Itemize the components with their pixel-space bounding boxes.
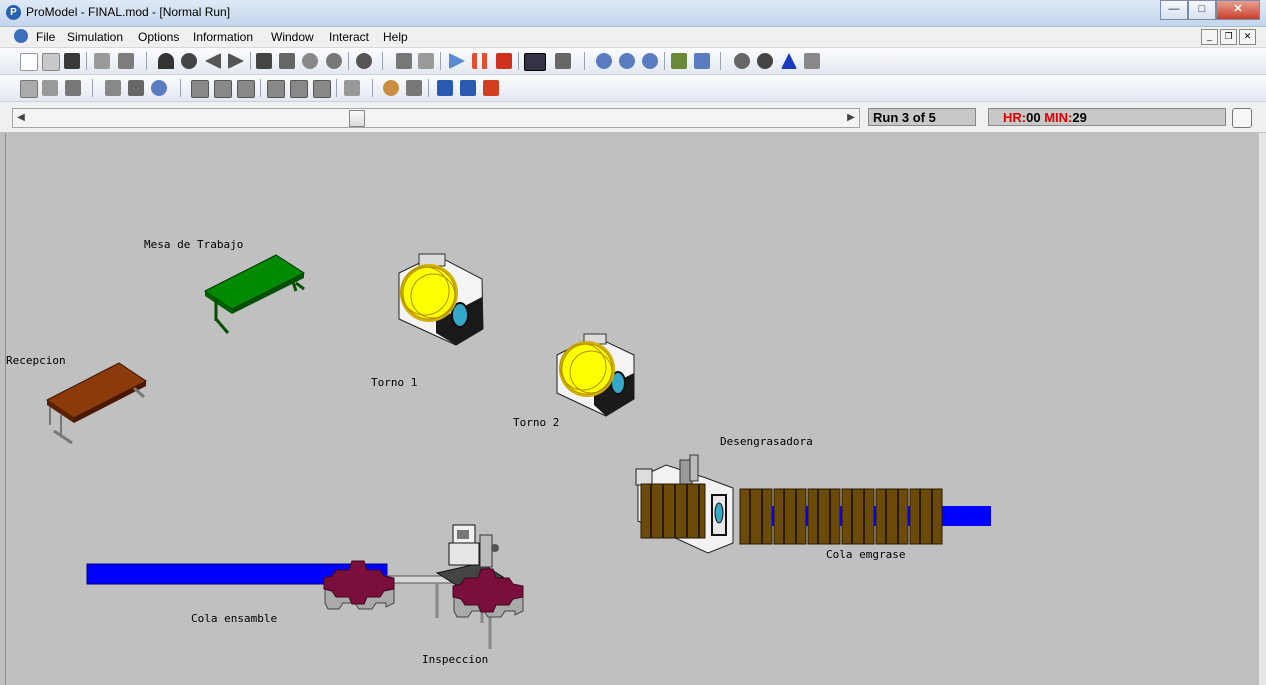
label-desengrasadora: Desengrasadora — [720, 435, 813, 448]
model-package-icon[interactable] — [118, 53, 134, 69]
label-mesa-de-trabajo: Mesa de Trabajo — [144, 238, 244, 251]
close-button[interactable]: ✕ — [1216, 0, 1260, 20]
arrays-icon[interactable] — [237, 80, 255, 98]
macros-icon[interactable] — [267, 80, 285, 98]
stat-fit-icon[interactable] — [734, 53, 750, 69]
window-title: ProModel - FINAL.mod - [Normal Run] — [26, 5, 231, 19]
info-icon[interactable] — [356, 53, 372, 69]
statistics-icon[interactable] — [694, 53, 710, 69]
layout-toolbar — [0, 75, 1266, 102]
graphic-editor-icon[interactable] — [757, 53, 773, 69]
tools-icon[interactable] — [804, 53, 820, 69]
options-icon[interactable] — [396, 53, 412, 69]
document-icon[interactable] — [14, 29, 28, 43]
minimize-button[interactable]: — — [1160, 0, 1188, 20]
resources-icon[interactable] — [228, 53, 244, 69]
layout-settings-icon[interactable] — [65, 80, 81, 96]
label-inspeccion: Inspeccion — [422, 653, 489, 666]
label-cola-ensamble: Cola ensamble — [191, 612, 278, 625]
menu-interact[interactable]: Interact — [329, 30, 369, 44]
menu-simulation[interactable]: Simulation — [67, 30, 123, 44]
menu-help[interactable]: Help — [383, 30, 408, 44]
zoom-in-icon[interactable] — [596, 53, 612, 69]
hr-value: 00 — [1026, 110, 1041, 125]
external-files-icon[interactable] — [344, 80, 360, 96]
mdi-restore-button[interactable]: ❐ — [1220, 29, 1237, 45]
scroll-thumb[interactable] — [349, 110, 365, 127]
export-icon[interactable] — [460, 80, 476, 96]
layout-icon[interactable] — [128, 80, 144, 96]
clock-icon[interactable] — [326, 53, 342, 69]
trace-icon[interactable] — [555, 53, 571, 69]
find-icon[interactable] — [151, 80, 167, 96]
mesa-de-trabajo-table[interactable] — [204, 254, 306, 334]
min-value: 29 — [1072, 110, 1087, 125]
stop-icon[interactable] — [496, 53, 512, 69]
vertical-scrollbar[interactable] — [1259, 133, 1266, 685]
menu-options[interactable]: Options — [138, 30, 179, 44]
run-indicator: Run 3 of 5 — [868, 108, 976, 126]
attributes-icon[interactable] — [191, 80, 209, 98]
torno-2-machine[interactable] — [556, 333, 635, 417]
scroll-right-icon[interactable]: ▶ — [844, 110, 858, 126]
recepcion-table[interactable] — [46, 362, 147, 445]
label-recepcion: Recepcion — [6, 354, 66, 367]
merge-icon[interactable] — [94, 53, 110, 69]
label-cola-emgrase: Cola emgrase — [826, 548, 906, 561]
save-icon[interactable] — [64, 53, 80, 69]
maximize-button[interactable]: □ — [1188, 0, 1216, 20]
debug-icon[interactable] — [383, 80, 399, 96]
grid-icon[interactable] — [20, 80, 38, 98]
cola-emgrase-queue[interactable] — [739, 488, 991, 545]
dynamic-plots-icon[interactable] — [671, 53, 687, 69]
scenarios-icon[interactable] — [418, 53, 434, 69]
mdi-minimize-button[interactable]: _ — [1201, 29, 1218, 45]
delete-icon[interactable] — [483, 80, 499, 96]
new-file-icon[interactable] — [20, 53, 38, 71]
status-row: ◀ ▶ Run 3 of 5 HR:00 MIN:29 — [0, 102, 1266, 132]
menu-file[interactable]: File — [36, 30, 55, 44]
path-networks-icon[interactable] — [205, 53, 221, 69]
simulation-clock: HR:00 MIN:29 — [988, 108, 1226, 126]
subroutines-icon[interactable] — [290, 80, 308, 98]
status-toggle-button[interactable] — [1232, 108, 1252, 128]
title-bar: P ProModel - FINAL.mod - [Normal Run] — … — [0, 0, 1266, 27]
layout-graphics — [46, 253, 991, 649]
pause-icon[interactable] — [472, 53, 488, 69]
run-icon[interactable] — [449, 53, 465, 69]
entities-icon[interactable] — [181, 53, 197, 69]
label-torno-1: Torno 1 — [371, 376, 418, 389]
import-icon[interactable] — [437, 80, 453, 96]
layout-canvas[interactable]: Mesa de Trabajo Recepcion Torno 1 Torno … — [5, 133, 1260, 685]
trace-output-icon[interactable] — [406, 80, 422, 96]
views-icon[interactable] — [105, 80, 121, 96]
torno-1-machine[interactable] — [398, 253, 484, 346]
mdi-close-button[interactable]: ✕ — [1239, 29, 1256, 45]
variables-icon[interactable] — [214, 80, 232, 98]
zoom-out-icon[interactable] — [619, 53, 635, 69]
menu-window[interactable]: Window — [271, 30, 314, 44]
scroll-left-icon[interactable]: ◀ — [14, 110, 28, 126]
edit-background-icon[interactable] — [42, 80, 58, 96]
processing-icon[interactable] — [256, 53, 272, 69]
zoom-fit-icon[interactable] — [642, 53, 658, 69]
horizontal-scrollbar[interactable]: ◀ ▶ — [12, 108, 860, 128]
label-torno-2: Torno 2 — [513, 416, 560, 429]
locations-icon[interactable] — [158, 53, 174, 69]
desengrasadora-machine[interactable] — [635, 454, 734, 554]
min-label: MIN: — [1044, 110, 1073, 125]
arrivals-icon[interactable] — [279, 53, 295, 69]
hr-label: HR: — [1003, 110, 1027, 125]
simrunner-icon[interactable] — [781, 53, 797, 69]
menu-bar: File Simulation Options Information Wind… — [0, 27, 1266, 48]
main-toolbar — [0, 48, 1266, 75]
animation-toggle-icon[interactable] — [524, 53, 546, 71]
promodel-app-icon[interactable]: P — [6, 5, 21, 20]
menu-information[interactable]: Information — [193, 30, 253, 44]
shifts-icon[interactable] — [302, 53, 318, 69]
user-distributions-icon[interactable] — [313, 80, 331, 98]
open-file-icon[interactable] — [42, 53, 60, 71]
